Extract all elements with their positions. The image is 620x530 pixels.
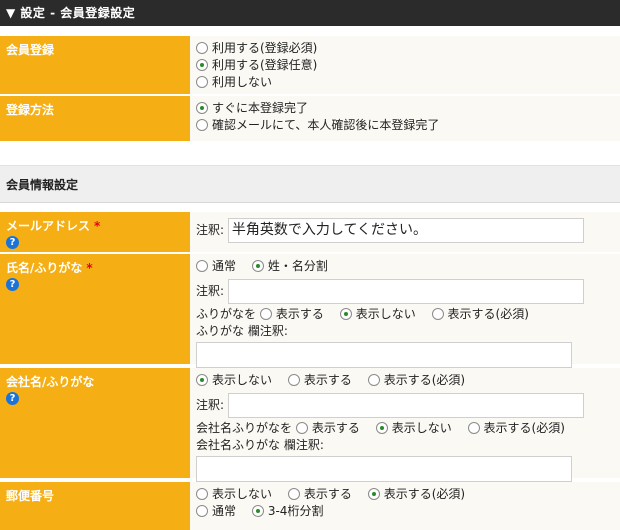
radio-icon[interactable] — [196, 488, 208, 500]
radio-icon[interactable] — [431, 308, 444, 320]
registration-method-row: 登録方法 すぐに本登録完了 確認メールにて、本人確認後に本登録完了 — [0, 96, 620, 141]
email-note-label: 注釈: — [196, 223, 225, 237]
company-display-hide[interactable]: 表示しない — [196, 372, 272, 389]
radio-icon[interactable] — [196, 505, 208, 517]
membership-label: 会員登録 — [0, 36, 190, 94]
company-furigana-show[interactable]: 表示する — [295, 420, 360, 437]
radio-selected-icon[interactable] — [196, 374, 208, 386]
postal-split-normal[interactable]: 通常 — [196, 503, 236, 520]
postal-settings: 表示しない 表示する 表示する(必須) 通常 3-4桁分割 — [190, 482, 620, 530]
name-furigana-hide[interactable]: 表示しない — [339, 306, 416, 323]
radio-icon[interactable] — [287, 488, 300, 500]
help-icon[interactable]: ? — [6, 392, 19, 405]
page-title: ▼ 設定 - 会員登録設定 — [0, 0, 620, 26]
email-note-input[interactable]: 半角英数で入力してください。 — [227, 218, 584, 243]
postal-display-required[interactable]: 表示する(必須) — [367, 486, 465, 503]
company-furigana-prefix: 会社名ふりがなを — [196, 421, 293, 435]
company-display-show[interactable]: 表示する — [287, 372, 352, 389]
radio-selected-icon[interactable] — [375, 422, 388, 434]
company-label-cell: 会社名/ふりがな ? — [0, 368, 190, 478]
radio-selected-icon[interactable] — [251, 505, 264, 517]
postal-row: 郵便番号 表示しない 表示する 表示する(必須) 通常 3-4桁分割 — [0, 482, 620, 530]
help-icon[interactable]: ? — [6, 278, 19, 291]
radio-icon[interactable] — [467, 422, 480, 434]
radio-icon[interactable] — [259, 308, 272, 320]
company-row: 会社名/ふりがな ? 表示しない 表示する 表示する(必須) 注釈: 会社名ふり… — [0, 368, 620, 482]
radio-selected-icon[interactable] — [196, 102, 208, 114]
membership-options: 利用する(登録必須) 利用する(登録任意) 利用しない — [190, 36, 620, 94]
company-note-label: 注釈: — [196, 398, 225, 412]
radio-icon[interactable] — [196, 119, 208, 131]
name-note-input[interactable] — [227, 279, 584, 304]
name-split-sei-mei[interactable]: 姓・名分割 — [251, 258, 328, 275]
name-settings: 通常 姓・名分割 注釈: ふりがなを 表示する 表示しない 表示する(必須) ふ… — [190, 254, 620, 368]
radio-selected-icon[interactable] — [251, 260, 264, 272]
postal-split-3-4[interactable]: 3-4桁分割 — [251, 503, 323, 520]
radio-icon[interactable] — [196, 76, 208, 88]
email-row: メールアドレス * ? 注釈: 半角英数で入力してください。 — [0, 212, 620, 252]
registration-method-options: すぐに本登録完了 確認メールにて、本人確認後に本登録完了 — [190, 96, 620, 141]
member-info-section-header: 会員情報設定 — [0, 165, 620, 203]
radio-selected-icon[interactable] — [196, 59, 208, 71]
name-furigana-note-textarea[interactable] — [196, 342, 572, 368]
postal-display-show[interactable]: 表示する — [287, 486, 352, 503]
registration-option-email-confirm[interactable]: 確認メールにて、本人確認後に本登録完了 — [196, 117, 614, 134]
company-furigana-hide[interactable]: 表示しない — [375, 420, 452, 437]
radio-icon[interactable] — [196, 42, 208, 54]
name-furigana-note-label: ふりがな 欄注釈: — [196, 324, 288, 338]
membership-option-optional[interactable]: 利用する(登録任意) — [196, 57, 614, 74]
name-label-cell: 氏名/ふりがな * ? — [0, 254, 190, 364]
email-label-cell: メールアドレス * ? — [0, 212, 190, 252]
radio-icon[interactable] — [196, 260, 208, 272]
registration-option-immediate[interactable]: すぐに本登録完了 — [196, 100, 614, 117]
company-furigana-note-label: 会社名ふりがな 欄注釈: — [196, 438, 324, 452]
company-label: 会社名/ふりがな — [6, 375, 95, 389]
membership-option-none[interactable]: 利用しない — [196, 74, 614, 91]
name-row: 氏名/ふりがな * ? 通常 姓・名分割 注釈: ふりがなを 表示する 表示しない… — [0, 254, 620, 368]
radio-icon[interactable] — [287, 374, 300, 386]
company-furigana-required[interactable]: 表示する(必須) — [467, 420, 565, 437]
name-split-normal[interactable]: 通常 — [196, 258, 236, 275]
radio-icon[interactable] — [295, 422, 308, 434]
radio-selected-icon[interactable] — [367, 488, 380, 500]
company-settings: 表示しない 表示する 表示する(必須) 注釈: 会社名ふりがなを 表示する 表示… — [190, 368, 620, 482]
name-furigana-show[interactable]: 表示する — [259, 306, 324, 323]
name-label: 氏名/ふりがな — [6, 261, 83, 275]
postal-display-hide[interactable]: 表示しない — [196, 486, 272, 503]
name-furigana-required[interactable]: 表示する(必須) — [431, 306, 529, 323]
radio-selected-icon[interactable] — [339, 308, 352, 320]
required-mark: * — [86, 261, 93, 275]
help-icon[interactable]: ? — [6, 236, 19, 249]
required-mark: * — [94, 219, 101, 233]
email-label: メールアドレス — [6, 219, 91, 233]
name-furigana-prefix: ふりがなを — [196, 307, 257, 321]
company-display-required[interactable]: 表示する(必須) — [367, 372, 465, 389]
name-note-label: 注釈: — [196, 284, 225, 298]
email-settings: 注釈: 半角英数で入力してください。 — [190, 212, 620, 252]
postal-label: 郵便番号 — [0, 482, 190, 530]
company-furigana-note-textarea[interactable] — [196, 456, 572, 482]
registration-method-label: 登録方法 — [0, 96, 190, 141]
radio-icon[interactable] — [367, 374, 380, 386]
membership-option-required[interactable]: 利用する(登録必須) — [196, 40, 614, 57]
company-note-input[interactable] — [227, 393, 584, 418]
membership-row: 会員登録 利用する(登録必須) 利用する(登録任意) 利用しない — [0, 36, 620, 94]
